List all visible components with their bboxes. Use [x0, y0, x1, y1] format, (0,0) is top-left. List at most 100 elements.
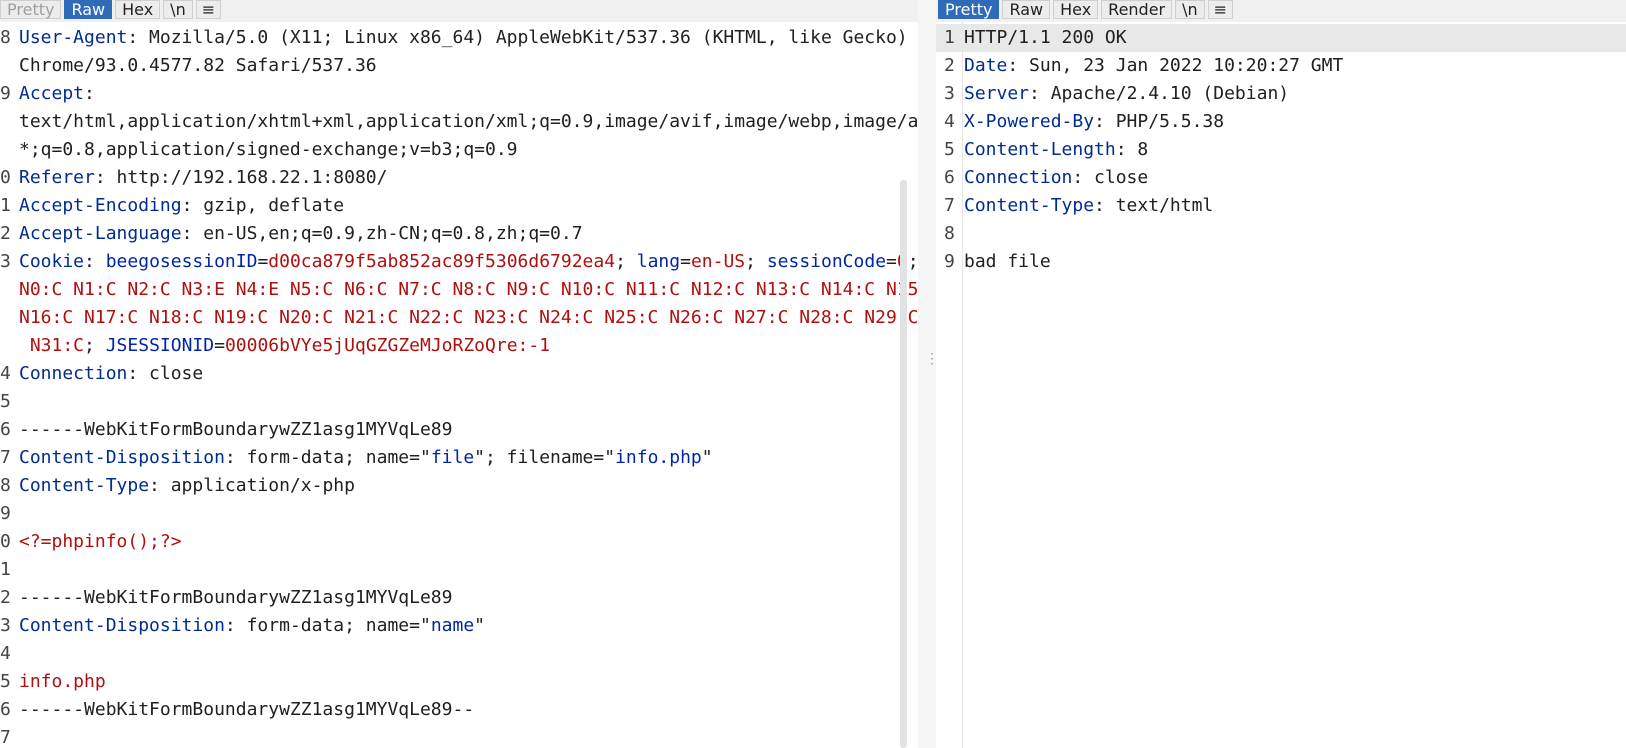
response-line[interactable]: 7 Content-Type: text/html	[936, 192, 1626, 220]
request-line[interactable]: 8 Content-Type: application/x-php	[0, 472, 918, 500]
request-line-number: 8	[0, 475, 11, 496]
response-line-text: HTTP/1.1 200 OK	[964, 27, 1127, 48]
response-pane[interactable]: Pretty Raw Hex Render \n ≡ 1 HTTP/1.1 200…	[936, 0, 1626, 748]
request-line[interactable]: 6 ------WebKitFormBoundarywZZ1asg1MYVqLe8…	[0, 696, 918, 724]
request-line-text: Content-Type: application/x-php	[19, 475, 355, 496]
response-line[interactable]: 8	[936, 220, 1626, 248]
request-line-text: N16:C N17:C N18:C N19:C N20:C N21:C N22:…	[19, 307, 918, 328]
request-line-number: 2	[0, 223, 11, 244]
request-line-text: Accept:	[19, 83, 95, 104]
response-line-text: Server: Apache/2.4.10 (Debian)	[964, 83, 1290, 104]
request-line[interactable]: 0 <?=phpinfo();?>	[0, 528, 918, 556]
request-tab-hex[interactable]: Hex	[115, 0, 161, 19]
response-menu-icon[interactable]: ≡	[1207, 0, 1234, 19]
request-line-text: Cookie: beegosessionID=d00ca879f5ab852ac…	[19, 251, 918, 272]
request-line-text: Content-Disposition: form-data; name="na…	[19, 615, 486, 636]
request-line-text: Accept-Language: en-US,en;q=0.9,zh-CN;q=…	[19, 223, 583, 244]
request-line[interactable]: 4	[0, 640, 918, 668]
response-line-text: Date: Sun, 23 Jan 2022 10:20:27 GMT	[964, 55, 1344, 76]
request-pane[interactable]: Pretty Raw Hex \n ≡ 8 User-Agent: Mozilla…	[0, 0, 918, 748]
request-line[interactable]: 5 info.php	[0, 668, 918, 696]
request-line-number: 9	[0, 83, 11, 104]
request-line[interactable]: text/html,application/xhtml+xml,applicat…	[0, 108, 918, 136]
request-line-number: 4	[0, 643, 11, 664]
response-newline-toggle[interactable]: \n	[1175, 0, 1205, 19]
request-line-text: <?=phpinfo();?>	[19, 531, 182, 552]
request-line[interactable]: *;q=0.8,application/signed-exchange;v=b3…	[0, 136, 918, 164]
request-line[interactable]: 8 User-Agent: Mozilla/5.0 (X11; Linux x86…	[0, 24, 918, 52]
response-tab-hex[interactable]: Hex	[1053, 0, 1099, 19]
request-line[interactable]: N0:C N1:C N2:C N3:E N4:E N5:C N6:C N7:C …	[0, 276, 918, 304]
response-line-text: X-Powered-By: PHP/5.5.38	[964, 111, 1225, 132]
request-line[interactable]: 7 Content-Disposition: form-data; name="f…	[0, 444, 918, 472]
response-line[interactable]: 6 Connection: close	[936, 164, 1626, 192]
response-line-text: Content-Length: 8	[964, 139, 1149, 160]
response-line-number: 7	[944, 195, 955, 216]
response-line[interactable]: 9 bad file	[936, 248, 1626, 276]
request-scrollbar[interactable]	[900, 180, 907, 748]
response-line-number: 3	[944, 83, 955, 104]
request-line-number: 6	[0, 699, 11, 720]
request-line[interactable]: 5	[0, 388, 918, 416]
request-line-number: 5	[0, 671, 11, 692]
request-tab-raw[interactable]: Raw	[64, 0, 113, 19]
request-line[interactable]: 9 Accept:	[0, 80, 918, 108]
response-line-text: Connection: close	[964, 167, 1149, 188]
request-line[interactable]: 7	[0, 724, 918, 748]
request-line[interactable]: 9	[0, 500, 918, 528]
response-line-number: 2	[944, 55, 955, 76]
response-line[interactable]: 4 X-Powered-By: PHP/5.5.38	[936, 108, 1626, 136]
splitter-grip-icon[interactable]: ⋮	[925, 352, 939, 378]
request-line-number: 1	[0, 559, 11, 580]
response-line[interactable]: 1 HTTP/1.1 200 OK	[936, 24, 1626, 52]
request-line-text: User-Agent: Mozilla/5.0 (X11; Linux x86_…	[19, 27, 908, 48]
request-line[interactable]: N16:C N17:C N18:C N19:C N20:C N21:C N22:…	[0, 304, 918, 332]
request-line[interactable]: 6 ------WebKitFormBoundarywZZ1asg1MYVqLe8…	[0, 416, 918, 444]
request-line-number: 7	[0, 447, 11, 468]
request-editor[interactable]: 8 User-Agent: Mozilla/5.0 (X11; Linux x86…	[0, 24, 918, 748]
request-line-number: 0	[0, 167, 11, 188]
response-toolbar: Pretty Raw Hex Render \n ≡	[936, 0, 1626, 22]
response-tab-raw[interactable]: Raw	[1002, 0, 1051, 19]
request-line-number: 3	[0, 251, 11, 272]
request-line[interactable]: 3 Cookie: beegosessionID=d00ca879f5ab852a…	[0, 248, 918, 276]
request-line-number: 8	[0, 27, 11, 48]
request-line-text: *;q=0.8,application/signed-exchange;v=b3…	[19, 139, 518, 160]
request-line-number: 9	[0, 503, 11, 524]
response-line[interactable]: 5 Content-Length: 8	[936, 136, 1626, 164]
response-line-number: 9	[944, 251, 955, 272]
request-line-number: 6	[0, 419, 11, 440]
request-line-text: Chrome/93.0.4577.82 Safari/537.36	[19, 55, 377, 76]
request-line[interactable]: 2 Accept-Language: en-US,en;q=0.9,zh-CN;q…	[0, 220, 918, 248]
request-line-text: Connection: close	[19, 363, 204, 384]
request-tab-pretty[interactable]: Pretty	[0, 0, 62, 19]
response-line[interactable]: 3 Server: Apache/2.4.10 (Debian)	[936, 80, 1626, 108]
request-line[interactable]: 3 Content-Disposition: form-data; name="n…	[0, 612, 918, 640]
request-line[interactable]: N31:C; JSESSIONID=00006bVYe5jUqGZGZeMJoR…	[0, 332, 918, 360]
request-line[interactable]: 0 Referer: http://192.168.22.1:8080/	[0, 164, 918, 192]
request-line[interactable]: Chrome/93.0.4577.82 Safari/537.36	[0, 52, 918, 80]
pane-splitter[interactable]: ⋮	[918, 0, 939, 748]
request-line-number: 0	[0, 531, 11, 552]
response-tab-pretty[interactable]: Pretty	[938, 0, 1000, 19]
request-line-number: 1	[0, 195, 11, 216]
request-line-number: 4	[0, 363, 11, 384]
request-line[interactable]: 1 Accept-Encoding: gzip, deflate	[0, 192, 918, 220]
response-line-number: 1	[944, 27, 955, 48]
request-line-number: 2	[0, 587, 11, 608]
response-line[interactable]: 2 Date: Sun, 23 Jan 2022 10:20:27 GMT	[936, 52, 1626, 80]
request-line-text: ------WebKitFormBoundarywZZ1asg1MYVqLe89	[19, 419, 453, 440]
request-line[interactable]: 4 Connection: close	[0, 360, 918, 388]
request-line-text: Referer: http://192.168.22.1:8080/	[19, 167, 388, 188]
request-menu-icon[interactable]: ≡	[195, 0, 222, 19]
response-tab-render[interactable]: Render	[1101, 0, 1173, 19]
request-line-text: N0:C N1:C N2:C N3:E N4:E N5:C N6:C N7:C …	[19, 279, 918, 300]
request-line[interactable]: 1	[0, 556, 918, 584]
request-line-text: ------WebKitFormBoundarywZZ1asg1MYVqLe89…	[19, 699, 475, 720]
response-editor[interactable]: 1 HTTP/1.1 200 OK 2 Date: Sun, 23 Jan 2022 …	[936, 24, 1626, 276]
request-line-text: Accept-Encoding: gzip, deflate	[19, 195, 345, 216]
request-newline-toggle[interactable]: \n	[163, 0, 193, 19]
request-line-text: Content-Disposition: form-data; name="fi…	[19, 447, 713, 468]
request-line[interactable]: 2 ------WebKitFormBoundarywZZ1asg1MYVqLe8…	[0, 584, 918, 612]
request-toolbar: Pretty Raw Hex \n ≡	[0, 0, 918, 22]
